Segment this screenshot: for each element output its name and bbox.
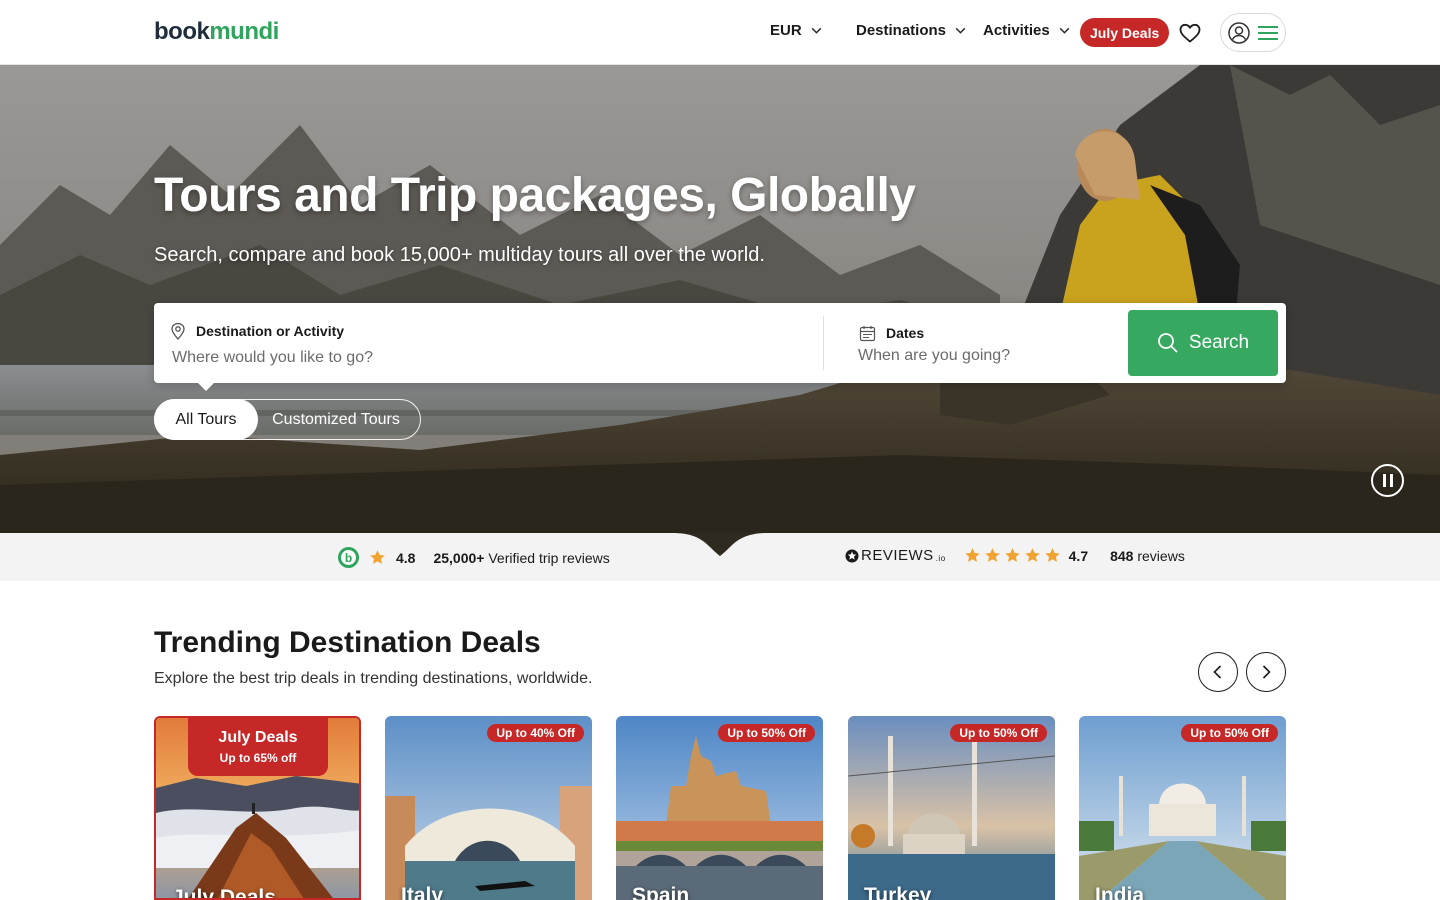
- heart-icon[interactable]: [1178, 21, 1202, 45]
- tab-all-tours[interactable]: All Tours: [154, 399, 258, 440]
- hero-subtitle: Search, compare and book 15,000+ multida…: [154, 244, 765, 266]
- star-icon: [1004, 548, 1020, 562]
- reviewsio-logo: REVIEWS .io: [845, 547, 946, 564]
- nav-activities-label: Activities: [983, 22, 1050, 39]
- chevron-left-icon: [1213, 665, 1222, 679]
- card-title: Italy: [401, 884, 444, 900]
- site-header: bookmundi EUR Destinations Activities Ju…: [0, 0, 1440, 65]
- card-title: Spain: [632, 884, 690, 900]
- star-icon: [370, 550, 385, 564]
- july-badge-title: July Deals: [218, 729, 298, 746]
- tab-customized-tours[interactable]: Customized Tours: [258, 400, 420, 439]
- destination-card-italy[interactable]: Up to 40% Off Italy: [385, 716, 592, 900]
- card-title: India: [1095, 884, 1145, 900]
- logo-part-mundi: mundi: [209, 18, 279, 45]
- trending-title: Trending Destination Deals: [154, 626, 541, 659]
- destination-label: Destination or Activity: [196, 323, 345, 339]
- chevron-down-icon: [955, 27, 966, 34]
- star-icon: [964, 548, 980, 562]
- hero-background-image: [0, 65, 1440, 533]
- bookmundi-rating-value: 4.8: [396, 549, 416, 566]
- search-form: Destination or Activity Dates Search: [154, 303, 1286, 391]
- chevron-down-icon: [1059, 27, 1070, 34]
- july-deals-button[interactable]: July Deals: [1080, 18, 1170, 47]
- card-title: July Deals: [172, 886, 276, 900]
- july-badge-subtitle: Up to 65% off: [219, 751, 297, 765]
- discount-badge: Up to 50% Off: [1181, 724, 1278, 742]
- july-deals-badge: July Deals Up to 65% off: [188, 718, 328, 776]
- reviewsio-rating-value: 4.7: [1068, 547, 1089, 564]
- search-button-label: Search: [1188, 332, 1250, 353]
- user-icon: [1228, 21, 1250, 44]
- logo-part-book: book: [154, 18, 210, 45]
- bookmundi-badge-icon: b: [338, 547, 359, 568]
- bookmundi-logo[interactable]: bookmundi: [154, 18, 279, 46]
- search-divider: [823, 316, 824, 370]
- currency-selector[interactable]: EUR: [770, 22, 823, 39]
- hero-title: Tours and Trip packages, Globally: [154, 169, 916, 222]
- card-title: Turkey: [864, 884, 932, 900]
- reviewsio-star-icon: [845, 549, 859, 562]
- reviewsio-review-count: 848: [1110, 547, 1134, 564]
- dates-input[interactable]: [858, 345, 1108, 367]
- discount-badge: Up to 50% Off: [950, 724, 1047, 742]
- search-field-pointer: [198, 383, 214, 391]
- tour-type-toggle: All Tours Customized Tours: [154, 399, 421, 440]
- hero-notch: [672, 533, 768, 556]
- menu-icon: [1258, 25, 1278, 40]
- reviewsio-logo-text: REVIEWS: [861, 547, 934, 564]
- discount-badge: Up to 40% Off: [487, 724, 584, 742]
- destination-card-turkey[interactable]: Up to 50% Off Turkey: [848, 716, 1055, 900]
- calendar-icon: [859, 326, 876, 342]
- spain-image: [616, 716, 823, 900]
- chevron-down-icon: [811, 27, 822, 34]
- hero-section: Tours and Trip packages, Globally Search…: [0, 65, 1440, 533]
- italy-image: [385, 716, 592, 900]
- currency-label: EUR: [770, 22, 802, 39]
- nav-destinations[interactable]: Destinations: [856, 22, 967, 39]
- carousel-next-button[interactable]: [1246, 652, 1286, 692]
- star-icon: [984, 548, 1000, 562]
- nav-destinations-label: Destinations: [856, 22, 947, 39]
- reviewsio-review-text: reviews: [1137, 547, 1185, 564]
- turkey-image: [848, 716, 1055, 900]
- trending-subtitle: Explore the best trip deals in trending …: [154, 670, 593, 687]
- reviewsio-rating: REVIEWS .io 4.7 848 reviews: [845, 547, 1185, 564]
- search-button[interactable]: Search: [1128, 310, 1278, 376]
- nav-activities[interactable]: Activities: [983, 22, 1071, 39]
- carousel-prev-button[interactable]: [1198, 652, 1238, 692]
- destination-input[interactable]: [172, 347, 792, 369]
- reviewsio-logo-suffix: .io: [935, 554, 946, 563]
- search-icon: [1157, 333, 1178, 353]
- pause-icon: [1382, 474, 1386, 487]
- destination-card-india[interactable]: Up to 50% Off India: [1079, 716, 1286, 900]
- chevron-right-icon: [1262, 665, 1271, 679]
- account-menu-button[interactable]: [1220, 13, 1286, 52]
- pause-icon-bar: [1389, 474, 1393, 487]
- bookmundi-rating: b 4.8 25,000+ Verified trip reviews: [338, 547, 610, 568]
- star-icon: [1024, 548, 1040, 562]
- india-image: [1079, 716, 1286, 900]
- destination-card-spain[interactable]: Up to 50% Off Spain: [616, 716, 823, 900]
- bookmundi-review-text: Verified trip reviews: [488, 549, 610, 566]
- star-icon: [1044, 548, 1060, 562]
- bookmundi-review-count: 25,000+: [433, 549, 485, 566]
- destination-card-july-deals[interactable]: July Deals Up to 65% off July Deals: [154, 716, 361, 900]
- dates-label: Dates: [886, 325, 925, 341]
- location-pin-icon: [171, 322, 185, 340]
- discount-badge: Up to 50% Off: [718, 724, 815, 742]
- pause-slideshow-button[interactable]: [1371, 464, 1404, 497]
- reviews-strip: b 4.8 25,000+ Verified trip reviews REVI…: [0, 533, 1440, 581]
- reviewsio-stars: [964, 547, 1061, 564]
